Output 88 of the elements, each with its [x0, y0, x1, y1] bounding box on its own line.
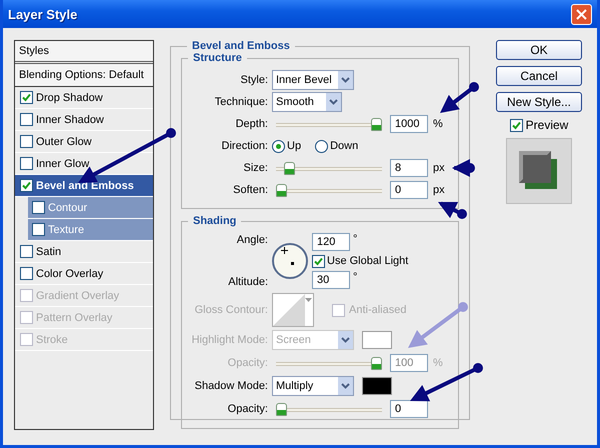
radio-button[interactable] — [315, 140, 328, 152]
checkbox[interactable] — [312, 254, 325, 268]
checkbox[interactable] — [20, 157, 33, 170]
checkbox[interactable] — [20, 245, 33, 258]
style-item[interactable]: Inner Shadow — [15, 109, 153, 131]
field-label: Opacity: — [226, 403, 268, 415]
style-label: Satin — [36, 246, 62, 258]
dropdown-arrow-icon — [305, 298, 312, 303]
checkbox[interactable] — [20, 135, 33, 148]
style-label: Texture — [48, 224, 84, 236]
style-label: Inner Shadow — [36, 114, 104, 126]
radio-button[interactable] — [272, 140, 285, 152]
field-label: Angle: — [236, 234, 268, 246]
unit-label: px — [433, 162, 446, 174]
style-label: Inner Glow — [36, 158, 90, 170]
input-field[interactable]: 0 — [390, 400, 428, 418]
style-label: Gradient Overlay — [36, 290, 120, 302]
style-label: Bevel and Emboss — [36, 180, 134, 192]
style-item[interactable]: Outer Glow — [15, 131, 153, 153]
crosshair-icon — [281, 247, 288, 254]
dialog-button[interactable]: Cancel — [496, 66, 582, 86]
annotation-arrow — [408, 302, 468, 348]
unit-label: px — [433, 184, 446, 196]
radio-option[interactable]: Up — [272, 140, 302, 152]
unit-label: ° — [353, 233, 358, 245]
field-label: Style: — [239, 74, 268, 86]
dialog-button[interactable]: New Style... — [496, 92, 582, 112]
field-label: Direction: — [220, 140, 268, 152]
checkbox[interactable] — [510, 118, 523, 132]
slider-thumb[interactable] — [276, 184, 287, 196]
field-label: Soften: — [232, 184, 268, 196]
group-title: Bevel and Emboss — [191, 40, 291, 52]
style-label: Contour — [48, 202, 88, 214]
checkbox[interactable] — [20, 91, 33, 104]
checkbox-label: Anti-aliased — [349, 304, 406, 316]
style-label: Drop Shadow — [36, 92, 103, 104]
unit-label: % — [433, 357, 444, 369]
slider-thumb[interactable] — [276, 402, 287, 416]
window-title: Layer Style — [8, 6, 78, 22]
annotation-arrow — [440, 82, 479, 113]
bevel-square-icon — [519, 151, 559, 191]
field-label: Size: — [242, 162, 268, 174]
input-field[interactable]: 1000 — [390, 115, 428, 133]
checkbox[interactable] — [32, 201, 45, 214]
unit-label: ° — [353, 271, 358, 283]
dialog-button[interactable]: OK — [496, 40, 582, 60]
style-label: Outer Glow — [36, 136, 92, 148]
close-button[interactable] — [571, 4, 592, 24]
unit-label: % — [433, 118, 444, 130]
input-field[interactable]: 120 — [312, 233, 350, 251]
style-item[interactable]: Drop Shadow — [15, 87, 153, 109]
input-field[interactable]: 30 — [312, 271, 350, 289]
checkbox[interactable] — [32, 223, 45, 236]
dropdown[interactable]: Multiply — [272, 376, 354, 396]
field-label: Gloss Contour: — [194, 304, 268, 316]
slider-thumb[interactable] — [284, 162, 295, 174]
checkbox[interactable] — [20, 113, 33, 126]
field-label: Technique: — [214, 96, 268, 108]
input-field[interactable]: 0 — [390, 181, 428, 199]
field-label: Highlight Mode: — [190, 334, 268, 346]
annotation-arrow — [452, 159, 475, 177]
list-header[interactable]: Styles — [15, 41, 153, 64]
group-title: Structure — [192, 52, 243, 64]
style-item[interactable]: Bevel and Emboss — [15, 175, 153, 197]
checkbox[interactable] — [20, 179, 33, 192]
checkbox[interactable] — [20, 267, 33, 280]
style-item[interactable]: Color Overlay — [15, 263, 153, 285]
close-icon — [576, 8, 587, 20]
field-label: Shadow Mode: — [194, 380, 268, 392]
dropdown[interactable]: Smooth — [272, 92, 342, 112]
list-header[interactable]: Blending Options: Default — [15, 64, 153, 87]
input-field[interactable]: 8 — [390, 159, 428, 177]
field-label: Altitude: — [227, 276, 268, 288]
color-swatch[interactable] — [362, 377, 392, 395]
field-label: Opacity: — [226, 357, 268, 369]
style-label: Pattern Overlay — [36, 312, 112, 324]
style-item[interactable]: Satin — [15, 241, 153, 263]
style-label: Stroke — [36, 334, 68, 346]
checkbox-label: Use Global Light — [327, 255, 408, 267]
radio-option[interactable]: Down — [315, 140, 358, 152]
style-label: Color Overlay — [36, 268, 104, 280]
annotation-arrow — [438, 202, 467, 219]
angle-dial[interactable] — [272, 243, 308, 279]
slider-thumb[interactable] — [371, 118, 382, 130]
checkbox-label: Preview — [526, 118, 568, 132]
field-label: Depth: — [234, 118, 268, 130]
dropdown[interactable]: Inner Bevel — [272, 70, 354, 90]
group-title: Shading — [192, 215, 238, 227]
